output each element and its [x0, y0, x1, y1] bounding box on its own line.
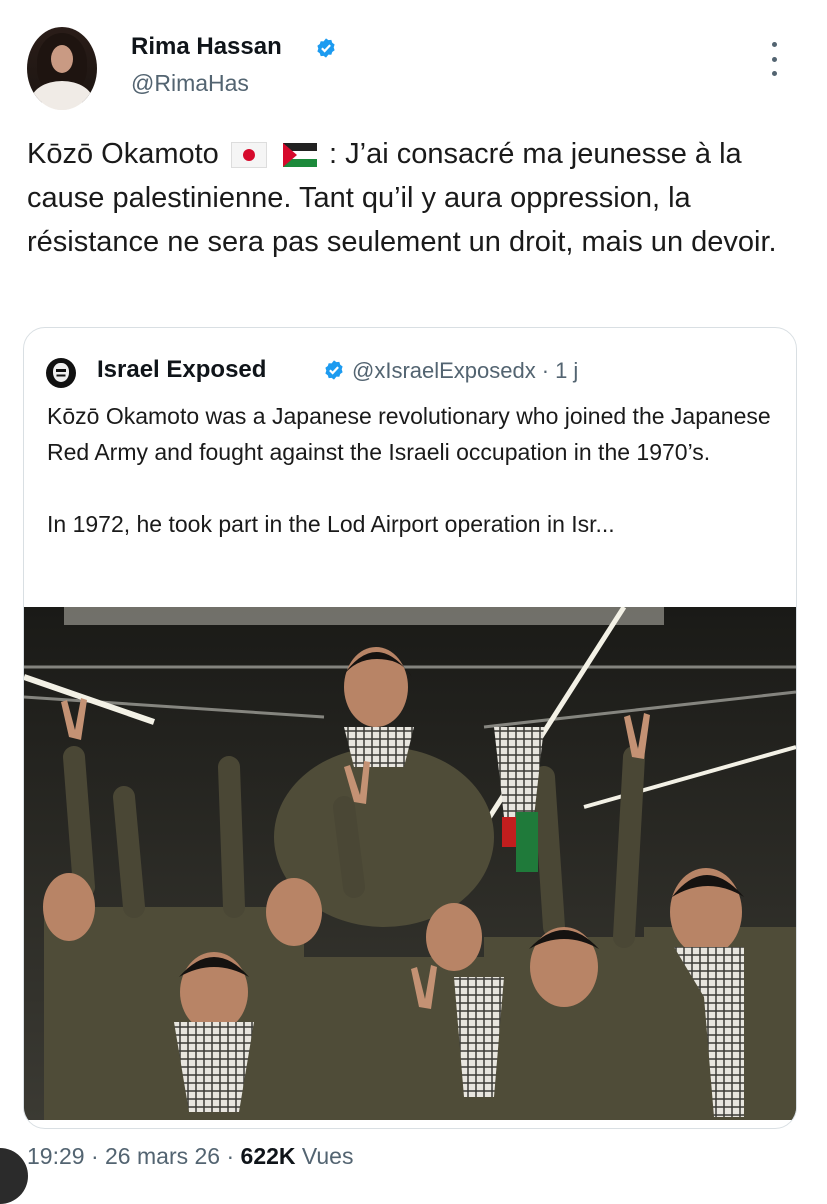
overlay-button[interactable]	[0, 1148, 28, 1204]
quoted-author-handle[interactable]: @xIsraelExposedx	[352, 358, 536, 383]
views-label: Vues	[301, 1143, 354, 1169]
tweet-text: Kōzō Okamoto : J’ai consacré ma jeunesse…	[27, 132, 787, 264]
quoted-tweet-photo[interactable]	[24, 607, 796, 1120]
author-avatar[interactable]	[27, 27, 97, 110]
more-options-icon[interactable]	[768, 42, 780, 76]
flag-japan-icon	[230, 142, 267, 169]
views-count[interactable]: 622K	[241, 1143, 296, 1169]
quoted-paragraph: Kōzō Okamoto was a Japanese revolutionar…	[47, 403, 771, 465]
quoted-author-name[interactable]: Israel Exposed	[97, 356, 266, 384]
quoted-tweet-text: Kōzō Okamoto was a Japanese revolutionar…	[47, 398, 777, 578]
quoted-paragraph: In 1972, he took part in the Lod Airport…	[47, 511, 615, 537]
tweet-text-lead: Kōzō Okamoto	[27, 138, 219, 170]
verified-badge-icon	[317, 38, 335, 58]
quoted-tweet[interactable]: Israel Exposed @xIsraelExposedx · 1 j Kōzō…	[23, 327, 797, 1129]
quoted-tweet-age[interactable]: 1 j	[555, 358, 578, 383]
quoted-author-meta: @xIsraelExposedx · 1 j	[352, 358, 578, 384]
meta-separator: ·	[541, 358, 550, 383]
tweet-time[interactable]: 19:29	[27, 1143, 85, 1169]
quoted-author-avatar[interactable]	[46, 358, 76, 388]
flag-palestine-icon	[282, 143, 317, 168]
tweet-date[interactable]: 26 mars 26	[105, 1143, 220, 1169]
meta-separator: ·	[90, 1143, 99, 1169]
tweet-meta: 19:29 · 26 mars 26 · 622K Vues	[27, 1143, 353, 1170]
author-name[interactable]: Rima Hassan	[131, 33, 282, 61]
tweet-card: Rima Hassan @RimaHas Kōzō Okamoto : J’ai…	[0, 0, 827, 1204]
author-handle[interactable]: @RimaHas	[131, 70, 249, 97]
verified-badge-icon	[325, 360, 343, 380]
meta-separator: ·	[226, 1143, 235, 1169]
